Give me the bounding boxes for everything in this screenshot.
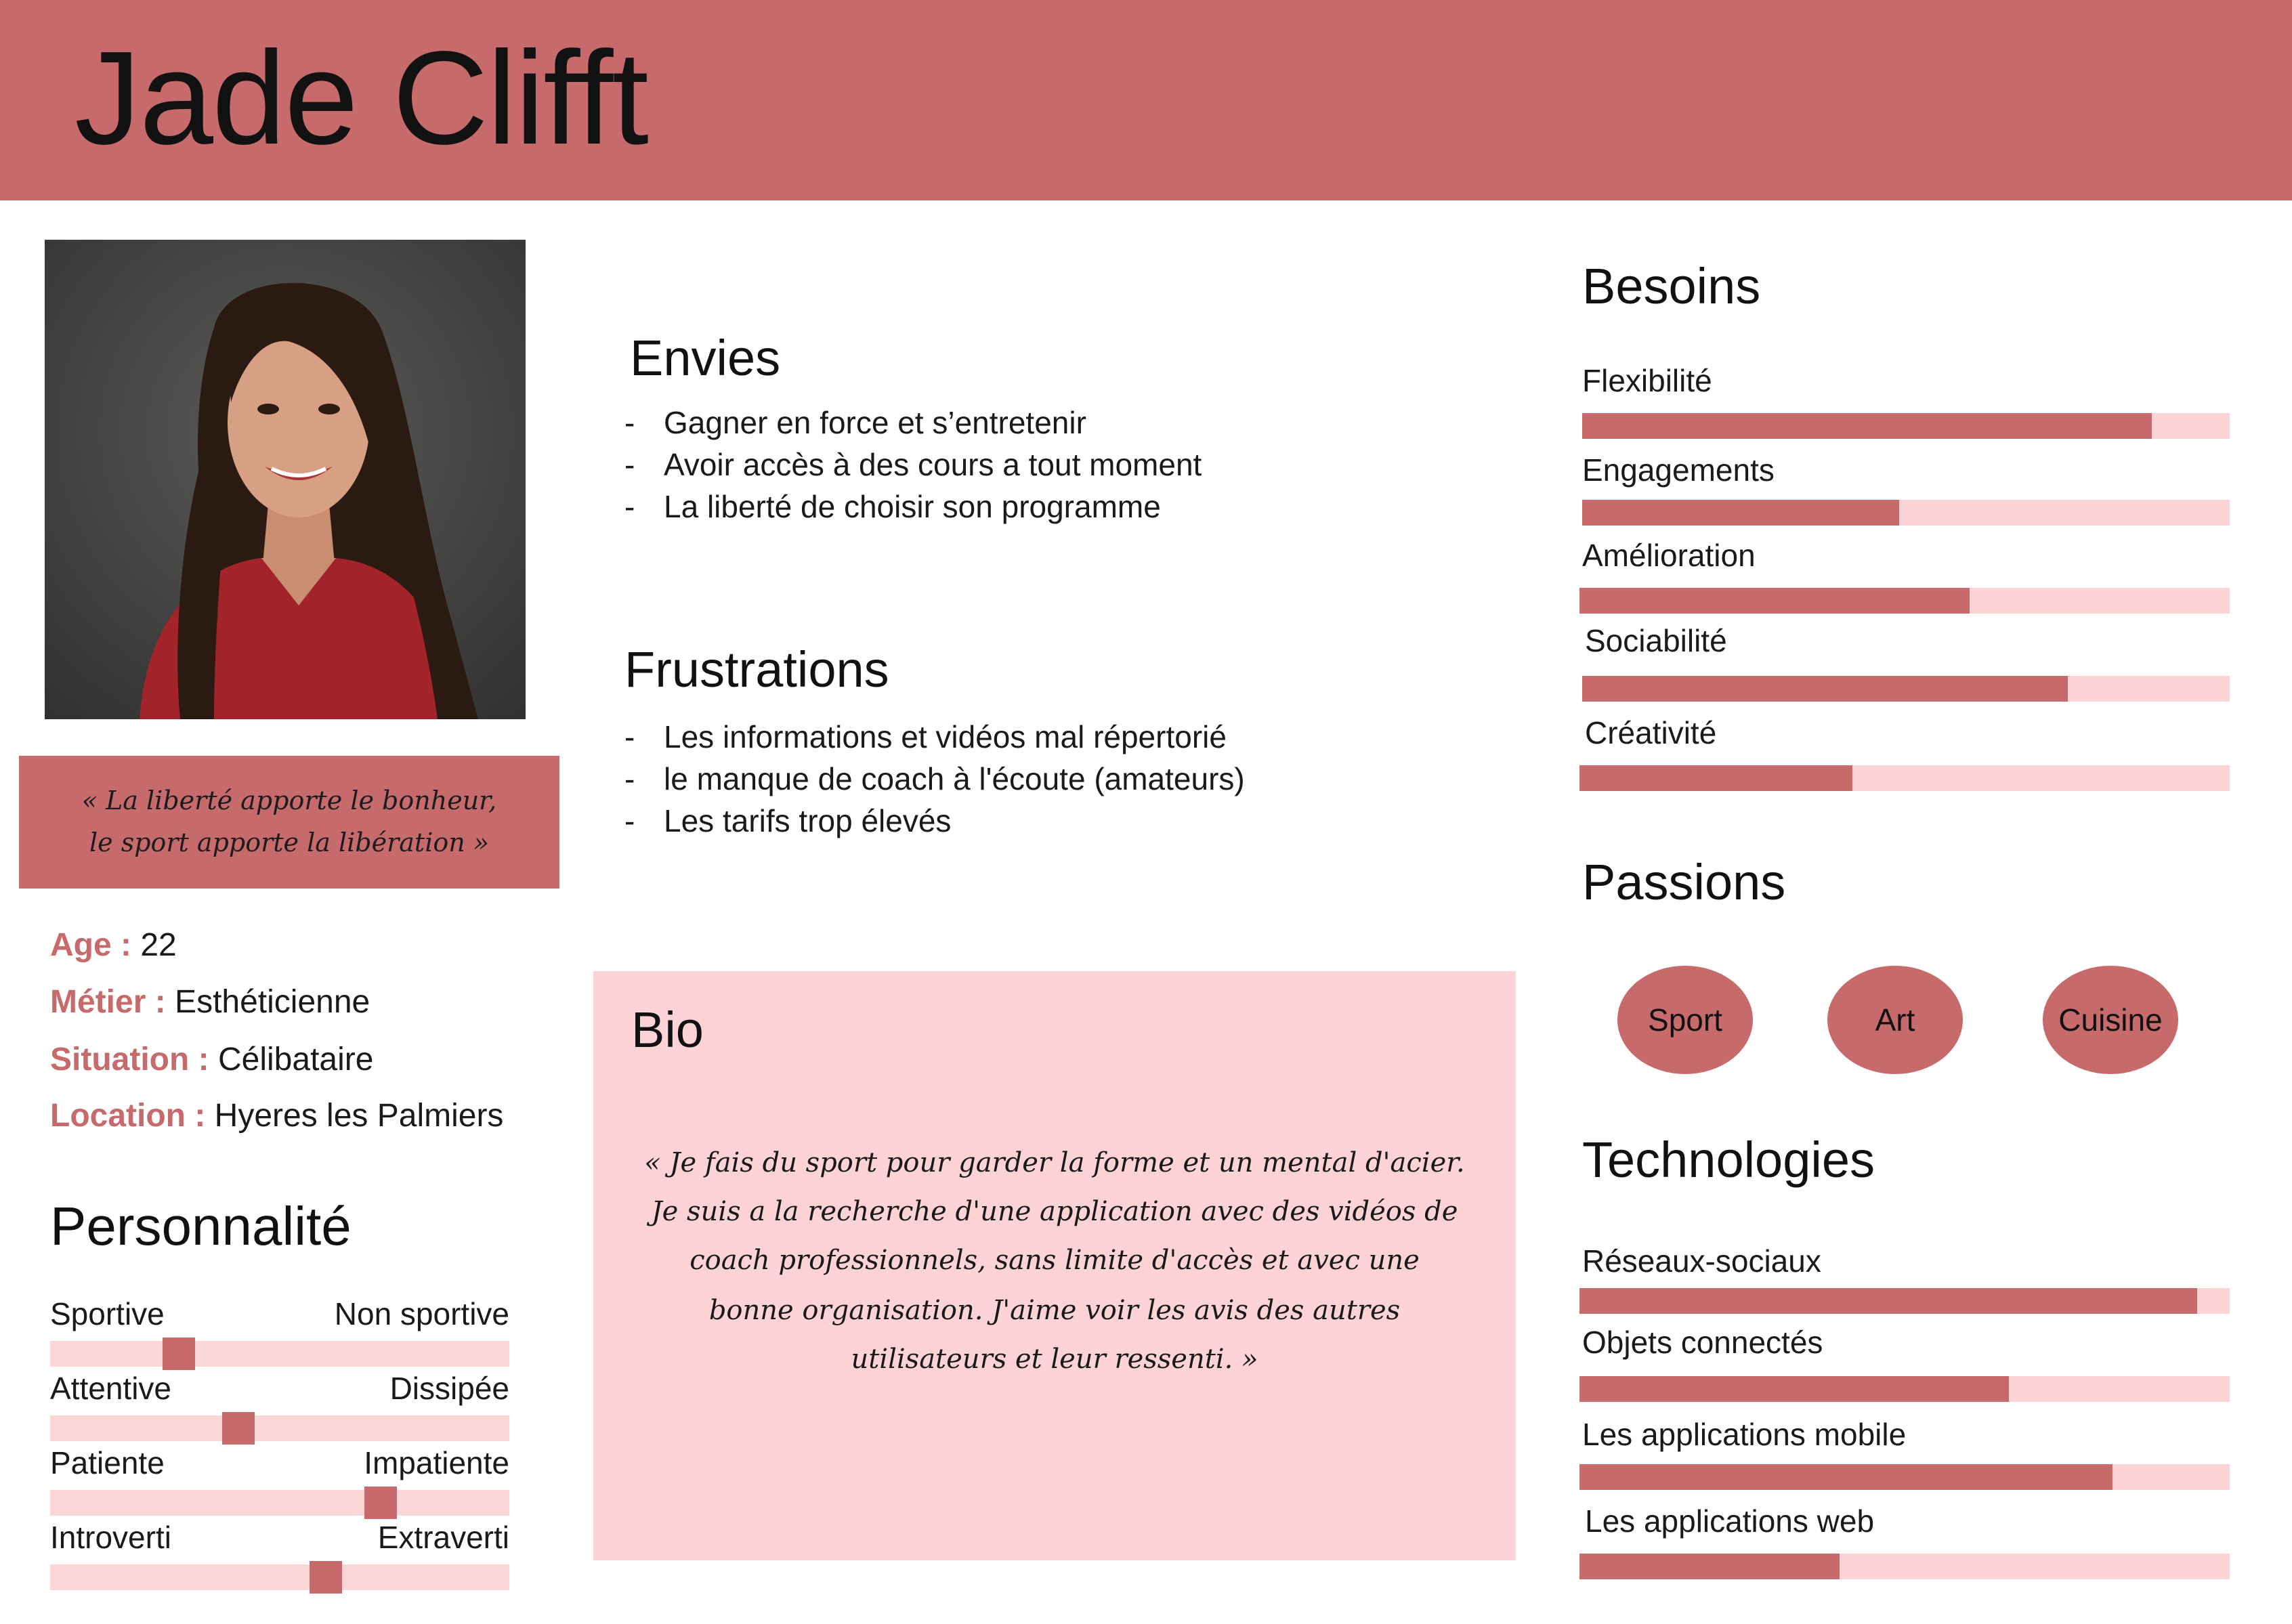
list-dash: - — [624, 719, 635, 754]
besoin-bar-fill — [1579, 588, 1970, 614]
info-situation: Situation : Célibataire — [50, 1040, 373, 1080]
trait-slider — [50, 1412, 509, 1445]
besoins-title: Besoins — [1582, 258, 1761, 314]
tech-bar — [1579, 1554, 2230, 1579]
besoin-bar — [1582, 676, 2230, 702]
list-item-text: Avoir accès à des cours a tout moment — [664, 447, 1202, 482]
list-item: - Avoir accès à des cours a tout moment — [624, 446, 1202, 484]
trait-left-label: Sportive — [50, 1296, 165, 1331]
tech-label: Les applications mobile — [1582, 1417, 1907, 1452]
info-age: Age : 22 — [50, 925, 177, 966]
trait-right-label: Dissipée — [389, 1371, 509, 1406]
list-item: - La liberté de choisir son programme — [624, 488, 1161, 526]
tech-label: Réseaux-sociaux — [1582, 1243, 1821, 1279]
trait-left-label: Attentive — [50, 1371, 171, 1406]
besoin-label: Sociabilité — [1585, 623, 1727, 658]
list-item-text: La liberté de choisir son programme — [664, 489, 1161, 524]
bio-line: coach professionnels, sans limite d'accè… — [689, 1245, 1420, 1276]
besoin-bar — [1582, 500, 2230, 526]
envies-title: Envies — [630, 330, 781, 386]
bio-line: Je suis a la recherche d'une application… — [651, 1196, 1458, 1227]
list-dash: - — [624, 489, 635, 524]
list-item: - le manque de coach à l'écoute (amateurs… — [624, 760, 1245, 798]
info-location: Location : Hyeres les Palmiers — [50, 1096, 503, 1136]
trait-knob — [364, 1487, 398, 1519]
tech-bar-fill — [1579, 1554, 1840, 1579]
trait-right-label: Non sportive — [334, 1296, 509, 1331]
besoin-label: Flexibilité — [1582, 363, 1712, 398]
list-item: - Les informations et vidéos mal répertor… — [624, 718, 1227, 756]
trait-knob — [309, 1561, 342, 1594]
list-item: - Gagner en force et s’entretenir — [624, 404, 1086, 442]
bio-box: Bio « Je fais du sport pour garder la fo… — [593, 971, 1516, 1560]
info-value: Célibataire — [217, 1042, 374, 1077]
tech-bar-fill — [1579, 1288, 2197, 1314]
list-item-text: Les tarifs trop élevés — [664, 803, 952, 838]
list-item-text: le manque de coach à l'écoute (amateurs) — [664, 761, 1245, 796]
trait-left-label: Introverti — [50, 1520, 171, 1555]
info-label: Age : — [50, 927, 131, 963]
info-job: Métier : Esthéticienne — [50, 982, 370, 1023]
passions-title: Passions — [1582, 854, 1786, 910]
passion-art: Art — [1827, 966, 1963, 1074]
passion-sport: Sport — [1617, 966, 1753, 1074]
bio-line: utilisateurs et leur ressenti. » — [851, 1344, 1258, 1375]
personality-title: Personnalité — [50, 1196, 352, 1256]
list-item: - Les tarifs trop élevés — [624, 802, 951, 840]
besoin-label: Engagements — [1582, 452, 1775, 488]
quote-box: « La liberté apporte le bonheur, le spor… — [19, 756, 559, 889]
bio-line: « Je fais du sport pour garder la forme … — [644, 1147, 1465, 1178]
besoin-bar — [1579, 588, 2230, 614]
list-dash: - — [624, 405, 635, 440]
list-dash: - — [624, 447, 635, 482]
tech-label: Objets connectés — [1582, 1325, 1823, 1360]
list-item-text: Gagner en force et s’entretenir — [664, 405, 1086, 440]
technologies-title: Technologies — [1582, 1132, 1875, 1188]
list-dash: - — [624, 761, 635, 796]
quote-line: « La liberté apporte le bonheur, — [81, 786, 497, 815]
trait-slider — [50, 1561, 509, 1594]
trait-knob — [162, 1338, 195, 1370]
frustrations-title: Frustrations — [624, 641, 889, 698]
info-value: Esthéticienne — [175, 984, 370, 1020]
trait-left-label: Patiente — [50, 1445, 165, 1480]
besoin-bar-fill — [1582, 500, 1900, 526]
trait-slider — [50, 1338, 509, 1370]
info-label: Métier : — [50, 984, 166, 1020]
bio-line: bonne organisation. J'aime voir les avis… — [708, 1295, 1401, 1326]
trait-slider — [50, 1487, 509, 1519]
besoin-label: Créativité — [1585, 715, 1717, 750]
besoin-label: Amélioration — [1582, 538, 1756, 573]
tech-bar — [1579, 1464, 2230, 1490]
tech-bar-fill — [1579, 1376, 2009, 1402]
trait-right-label: Impatiente — [364, 1445, 509, 1480]
besoin-bar-fill — [1582, 413, 2152, 439]
persona-name: Jade Clifft — [75, 24, 649, 172]
bio-title: Bio — [631, 1002, 704, 1058]
list-dash: - — [624, 803, 635, 838]
besoin-bar-fill — [1582, 676, 2068, 702]
quote-line: le sport apporte la libération » — [89, 828, 490, 857]
info-value: 22 — [140, 927, 177, 963]
list-item-text: Les informations et vidéos mal répertori… — [664, 719, 1227, 754]
passion-cuisine: Cuisine — [2043, 966, 2178, 1074]
info-label: Situation : — [50, 1042, 209, 1077]
persona-photo — [45, 240, 526, 719]
tech-bar — [1579, 1288, 2230, 1314]
besoin-bar-fill — [1579, 765, 1853, 791]
info-label: Location : — [50, 1098, 206, 1134]
tech-bar — [1579, 1376, 2230, 1402]
trait-knob — [221, 1412, 255, 1445]
info-value: Hyeres les Palmiers — [214, 1098, 504, 1134]
besoin-bar — [1579, 765, 2230, 791]
trait-right-label: Extraverti — [377, 1520, 509, 1555]
besoin-bar — [1582, 413, 2230, 439]
tech-bar-fill — [1579, 1464, 2113, 1490]
tech-label: Les applications web — [1585, 1503, 1875, 1539]
